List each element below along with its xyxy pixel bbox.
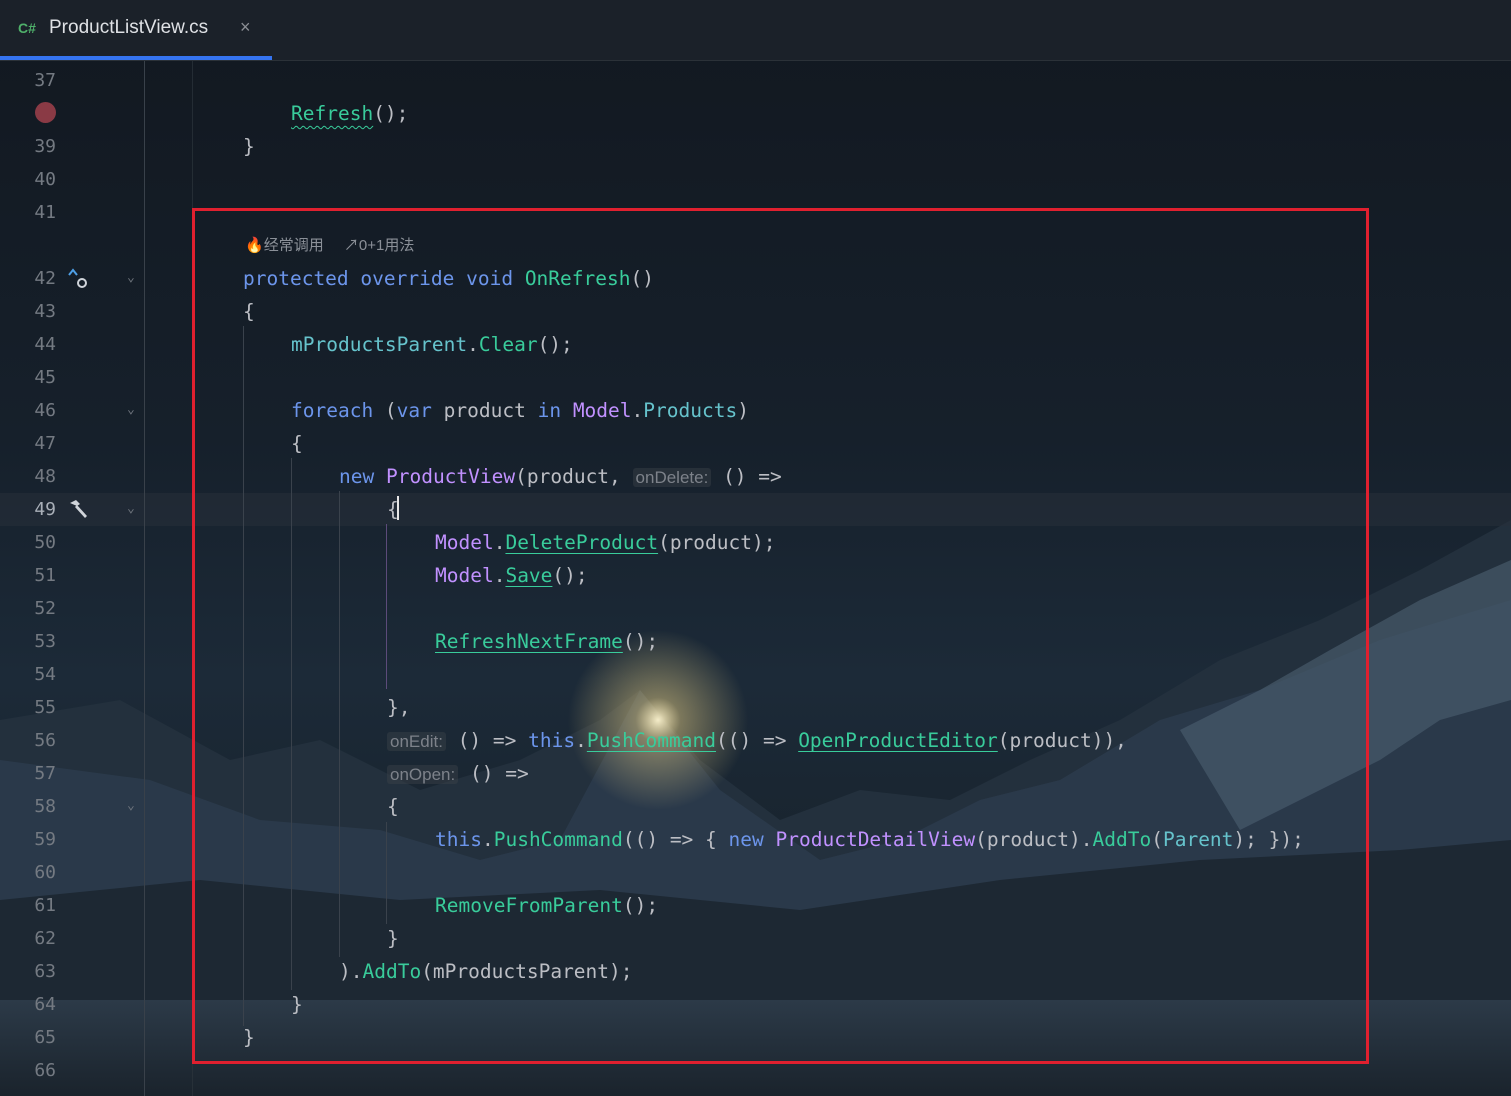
line-number: 39 bbox=[34, 136, 56, 157]
code-line-48[interactable]: new ProductView(product, onDelete: () => bbox=[339, 460, 782, 494]
line-number-current: 49 bbox=[34, 499, 56, 520]
override-method-icon[interactable] bbox=[66, 266, 90, 290]
line-number: 52 bbox=[34, 598, 56, 619]
code-line-56[interactable]: onEdit: () => this.PushCommand(() => Ope… bbox=[387, 724, 1127, 758]
code-line-46[interactable]: foreach (var product in Model.Products) bbox=[291, 394, 749, 427]
line-number: 55 bbox=[34, 697, 56, 718]
breakpoint-icon[interactable] bbox=[35, 102, 56, 123]
parameter-hint-onopen: onOpen: bbox=[387, 765, 459, 784]
line-number: 40 bbox=[34, 169, 56, 190]
line-number: 59 bbox=[34, 829, 56, 850]
line-number: 41 bbox=[34, 202, 56, 223]
code-margin-line bbox=[192, 61, 193, 1096]
code-line-53[interactable]: RefreshNextFrame(); bbox=[435, 625, 658, 658]
fold-chevron-icon[interactable]: ⌄ bbox=[127, 402, 139, 417]
line-number: 61 bbox=[34, 895, 56, 916]
close-icon[interactable]: × bbox=[240, 17, 251, 38]
code-line-47[interactable]: { bbox=[291, 427, 303, 460]
gutter-separator bbox=[144, 61, 145, 1096]
parameter-hint-ondelete: onDelete: bbox=[632, 468, 712, 487]
indent-guide bbox=[386, 822, 387, 924]
code-line-43[interactable]: { bbox=[243, 295, 255, 328]
code-line-63[interactable]: ).AddTo(mProductsParent); bbox=[339, 955, 633, 988]
parameter-hint-onedit: onEdit: bbox=[387, 732, 446, 751]
line-number: 46 bbox=[34, 400, 56, 421]
code-line-50[interactable]: Model.DeleteProduct(product); bbox=[435, 526, 775, 559]
csharp-file-icon: C# bbox=[18, 20, 36, 36]
line-number: 47 bbox=[34, 433, 56, 454]
indent-guide bbox=[243, 326, 244, 1026]
fold-chevron-icon[interactable]: ⌄ bbox=[127, 501, 139, 516]
code-line-44[interactable]: mProductsParent.Clear(); bbox=[291, 328, 573, 361]
line-number: 51 bbox=[34, 565, 56, 586]
frequent-call-hint[interactable]: 🔥经常调用 bbox=[245, 237, 324, 254]
code-line-65[interactable]: } bbox=[243, 1021, 255, 1054]
line-number: 53 bbox=[34, 631, 56, 652]
usages-hint[interactable]: ↗0+1用法 bbox=[344, 237, 414, 254]
active-tab-indicator bbox=[0, 56, 272, 60]
text-cursor bbox=[396, 496, 399, 520]
line-number: 43 bbox=[34, 301, 56, 322]
fold-chevron-icon[interactable]: ⌄ bbox=[127, 270, 139, 285]
current-line-highlight bbox=[0, 493, 1511, 526]
line-number: 56 bbox=[34, 730, 56, 751]
code-line-57[interactable]: onOpen: () => bbox=[387, 757, 529, 791]
code-line-38[interactable]: Refresh(); bbox=[291, 97, 408, 130]
code-line-49[interactable]: { bbox=[387, 493, 399, 526]
line-number: 42 bbox=[34, 268, 56, 289]
code-line-59[interactable]: this.PushCommand(() => { new ProductDeta… bbox=[435, 823, 1304, 856]
line-number: 48 bbox=[34, 466, 56, 487]
indent-guide-active bbox=[386, 524, 387, 689]
tab-filename: ProductListView.cs bbox=[49, 17, 209, 38]
line-number: 54 bbox=[34, 664, 56, 685]
editor-tab-bar: C# ProductListView.cs × bbox=[0, 0, 1511, 61]
code-lens[interactable]: 🔥经常调用 ↗0+1用法 bbox=[245, 235, 430, 257]
line-number: 37 bbox=[34, 70, 56, 91]
indent-guide bbox=[339, 491, 340, 957]
line-number: 65 bbox=[34, 1027, 56, 1048]
line-number: 45 bbox=[34, 367, 56, 388]
line-number: 63 bbox=[34, 961, 56, 982]
code-line-61[interactable]: RemoveFromParent(); bbox=[435, 889, 658, 922]
hammer-icon[interactable] bbox=[66, 497, 90, 521]
line-number: 66 bbox=[34, 1060, 56, 1081]
line-number: 64 bbox=[34, 994, 56, 1015]
code-line-39[interactable]: } bbox=[243, 130, 255, 163]
tab-productlistview[interactable]: C# ProductListView.cs × bbox=[0, 0, 272, 60]
code-line-58[interactable]: { bbox=[387, 790, 399, 823]
fold-chevron-icon[interactable]: ⌄ bbox=[127, 798, 139, 813]
code-line-55[interactable]: }, bbox=[387, 691, 410, 724]
line-number: 60 bbox=[34, 862, 56, 883]
code-line-62[interactable]: } bbox=[387, 922, 399, 955]
line-number: 58 bbox=[34, 796, 56, 817]
code-line-64[interactable]: } bbox=[291, 988, 303, 1021]
code-line-42[interactable]: protected override void OnRefresh() bbox=[243, 262, 654, 295]
line-number: 44 bbox=[34, 334, 56, 355]
code-line-51[interactable]: Model.Save(); bbox=[435, 559, 588, 592]
line-number: 50 bbox=[34, 532, 56, 553]
line-number: 57 bbox=[34, 763, 56, 784]
indent-guide bbox=[291, 458, 292, 990]
line-number: 62 bbox=[34, 928, 56, 949]
